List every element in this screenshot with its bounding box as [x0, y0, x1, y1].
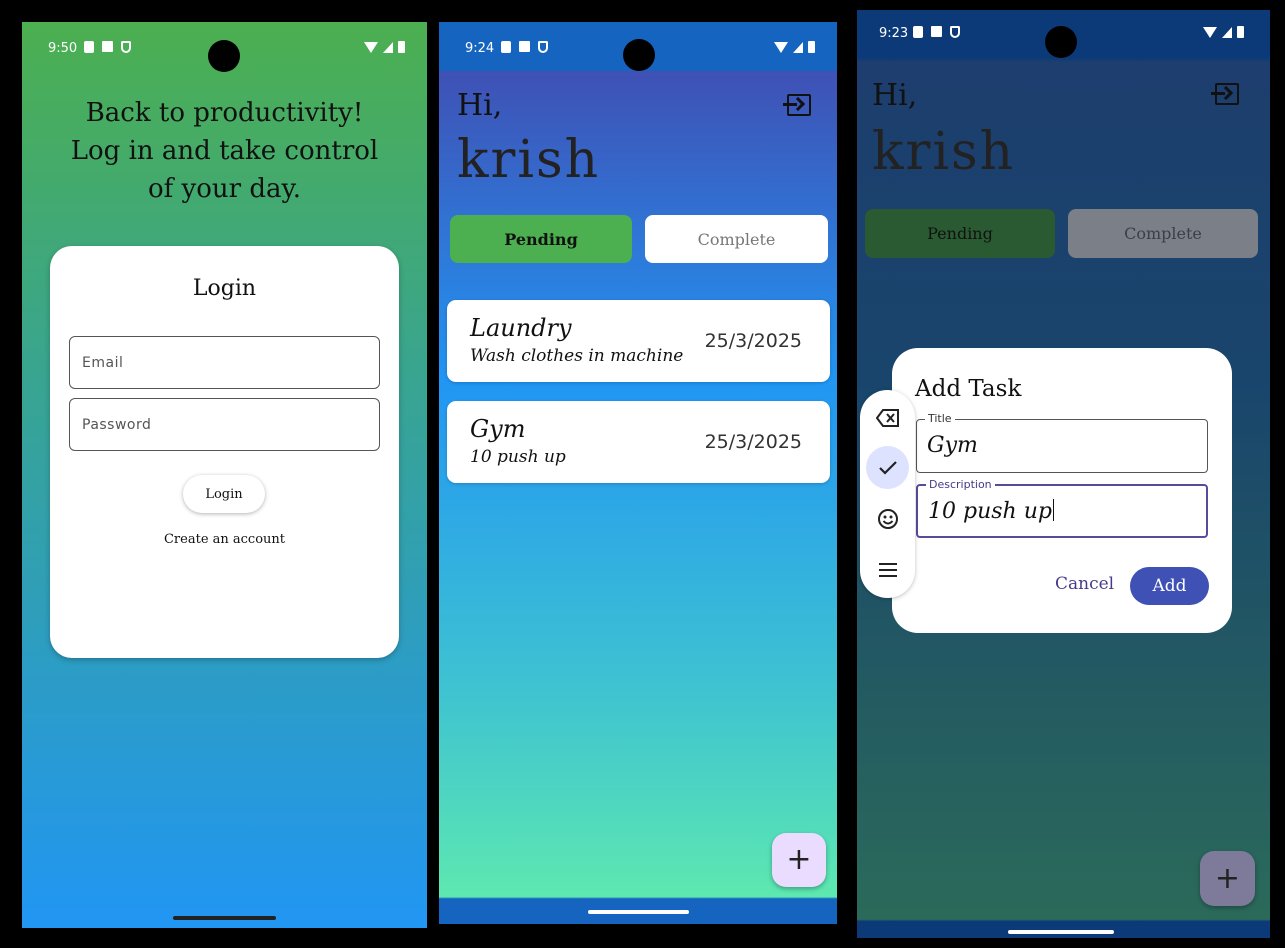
home-indicator [1008, 930, 1114, 934]
signal-icon [383, 41, 393, 53]
battery-icon [398, 41, 405, 53]
add-task-button[interactable]: + [1200, 851, 1255, 906]
sim-icon [501, 41, 511, 53]
sim-icon [913, 26, 923, 38]
password-input[interactable] [70, 399, 379, 450]
description-field[interactable]: Description 10 push up [916, 478, 1208, 538]
task-date: 25/3/2025 [704, 431, 802, 453]
title-field-label: Title [925, 412, 955, 425]
task-card[interactable]: Gym 10 push up 25/3/2025 [447, 401, 830, 483]
add-button[interactable]: Add [1130, 567, 1209, 605]
add-task-dialog: Add Task Title Gym Description 10 push u… [892, 348, 1232, 633]
task-list-screen: 9:24 Hi, krish Pending Complete Laundry … [439, 22, 837, 924]
email-field[interactable] [69, 336, 380, 389]
login-headline: Back to productivity! Log in and take co… [70, 98, 379, 204]
camera-cutout [623, 39, 655, 71]
signal-icon [1222, 26, 1232, 38]
login-title: Login [192, 276, 257, 301]
create-account-link[interactable]: Create an account [50, 532, 399, 547]
app-notification-icon [931, 26, 942, 37]
status-time: 9:23 [879, 26, 909, 41]
tab-complete[interactable]: Complete [645, 215, 828, 263]
app-notification-icon [102, 41, 113, 52]
emoji-icon[interactable] [866, 497, 909, 540]
text-cursor [1052, 499, 1054, 521]
task-description: Wash clothes in machine [470, 346, 684, 366]
battery-icon [1237, 26, 1244, 38]
task-date: 25/3/2025 [704, 330, 802, 352]
logout-icon[interactable] [783, 94, 811, 116]
camera-cutout [1045, 26, 1077, 58]
task-title: Laundry [470, 314, 572, 342]
task-card[interactable]: Laundry Wash clothes in machine 25/3/202… [447, 300, 830, 382]
login-card: Login Login Create an account [50, 246, 399, 658]
add-task-button[interactable]: + [772, 833, 826, 887]
menu-icon[interactable] [866, 548, 909, 591]
wifi-icon [774, 41, 788, 53]
shield-icon [121, 41, 131, 53]
shield-icon [950, 26, 960, 38]
home-indicator [173, 916, 276, 920]
login-button[interactable]: Login [183, 475, 265, 513]
user-name: krish [872, 122, 1016, 182]
home-indicator [588, 910, 689, 914]
wifi-icon [364, 41, 378, 53]
login-screen: 9:50 Back to productivity! Log in and ta… [22, 22, 427, 928]
add-task-screen: 9:23 Hi, krish Pending Complete Add Task… [857, 10, 1270, 938]
tab-complete[interactable]: Complete [1068, 209, 1258, 258]
camera-cutout [208, 40, 240, 72]
greeting: Hi, [457, 88, 503, 123]
greeting: Hi, [872, 78, 918, 113]
email-input[interactable] [70, 337, 379, 388]
tab-pending[interactable]: Pending [450, 215, 632, 263]
shield-icon [538, 41, 548, 53]
title-field[interactable]: Title Gym [916, 412, 1208, 473]
logout-icon[interactable] [1211, 83, 1239, 105]
status-time: 9:24 [465, 41, 495, 56]
battery-icon [808, 41, 815, 53]
task-title: Gym [470, 415, 526, 443]
status-time: 9:50 [48, 41, 78, 56]
backspace-icon[interactable] [866, 396, 909, 439]
app-notification-icon [519, 41, 530, 52]
title-field-value: Gym [927, 433, 978, 458]
dialog-title: Add Task [915, 376, 1022, 402]
tab-pending[interactable]: Pending [865, 209, 1055, 258]
description-field-value: 10 push up [928, 499, 1052, 524]
wifi-icon [1203, 26, 1217, 38]
keyboard-toolbar [860, 390, 915, 598]
signal-icon [793, 41, 803, 53]
cancel-button[interactable]: Cancel [1055, 574, 1114, 594]
sim-icon [84, 41, 94, 53]
password-field[interactable] [69, 398, 380, 451]
description-field-label: Description [926, 478, 995, 491]
task-description: 10 push up [470, 447, 566, 467]
user-name: krish [457, 130, 601, 190]
check-icon[interactable] [866, 446, 909, 489]
